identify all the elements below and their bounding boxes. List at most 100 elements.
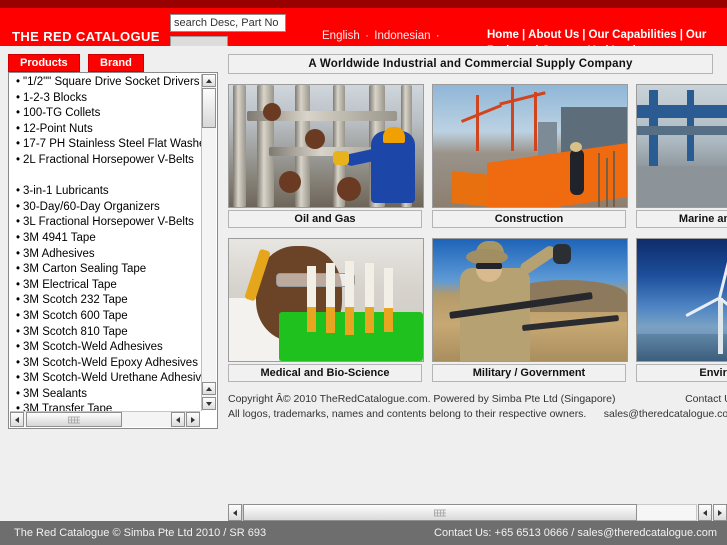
language-link-indonesian[interactable]: Indonesian <box>374 30 430 42</box>
list-horizontal-scrollbar[interactable] <box>10 411 200 427</box>
page-hscroll-left-icon[interactable] <box>228 504 242 521</box>
list-item-label: 1-2-3 Blocks <box>23 91 87 104</box>
category-card-oil-and-gas[interactable]: Oil and Gas <box>228 84 424 228</box>
category-row-1: Oil and Gas Construction Marine a <box>228 84 727 228</box>
category-thumbnail-environment[interactable] <box>636 238 727 362</box>
list-item-label: 100-TG Collets <box>23 107 101 120</box>
list-item[interactable]: • 3M Scotch 600 Tape <box>9 309 201 325</box>
bullet-icon: • <box>16 341 21 354</box>
list-vertical-scrollbar-lower[interactable] <box>202 382 216 410</box>
nav-item-about-us[interactable]: About Us <box>528 29 579 41</box>
category-card-construction[interactable]: Construction <box>432 84 628 228</box>
category-card-medical-and-bio-science[interactable]: Medical and Bio-Science <box>228 238 424 382</box>
list-item[interactable]: • 3M Scotch-Weld Urethane Adhesives <box>9 371 201 387</box>
tab-products[interactable]: Products <box>8 54 80 72</box>
site-footer: The Red Catalogue © Simba Pte Ltd 2010 /… <box>0 521 727 545</box>
search-button[interactable] <box>170 36 228 46</box>
category-caption-marine-and-shipping: Marine and Shipping <box>636 210 727 228</box>
hscroll-thumb[interactable] <box>26 412 122 427</box>
list-item[interactable]: • 12-Point Nuts <box>9 122 201 138</box>
product-list-box: • "1/2"" Square Drive Socket Drivers • 1-2-… <box>8 72 218 429</box>
bullet-icon: • <box>16 372 21 385</box>
category-card-marine-and-shipping[interactable]: Marine and Shipping <box>636 84 727 228</box>
list-item[interactable]: • 17-7 PH Stainless Steel Flat Washers <box>9 137 201 153</box>
list-vertical-scrollbar[interactable] <box>201 74 216 411</box>
page-horizontal-scrollbar[interactable] <box>228 504 727 521</box>
nav-sep-1: | <box>521 29 526 41</box>
nav-item-contact-us[interactable]: Contact Us <box>542 45 603 46</box>
nav-item-login[interactable]: Login <box>612 45 643 46</box>
list-item[interactable]: • 3M Electrical Tape <box>9 278 201 294</box>
language-link-english[interactable]: English <box>322 30 360 42</box>
list-item[interactable]: • 3-in-1 Lubricants <box>9 184 201 200</box>
list-item[interactable]: • 3M Scotch 232 Tape <box>9 293 201 309</box>
site-logo[interactable]: THE RED CATALOGUE <box>12 29 160 44</box>
list-item-label: 3M Scotch-Weld Epoxy Adhesives <box>23 356 198 369</box>
list-item-label: 2L Fractional Horsepower V-Belts <box>23 153 194 166</box>
list-item[interactable]: • 3M Adhesives <box>9 247 201 263</box>
nav-item-our-capabilities[interactable]: Our Capabilities <box>589 29 677 41</box>
category-thumbnail-construction[interactable] <box>432 84 628 208</box>
list-item-label: 3-in-1 Lubricants <box>23 185 109 198</box>
hscroll-left-icon[interactable] <box>10 412 24 427</box>
main-content: A Worldwide Industrial and Commercial Su… <box>228 54 727 454</box>
bullet-icon: • <box>16 278 21 291</box>
search-input[interactable]: search Desc, Part No <box>170 14 286 32</box>
list-item-label: 3M Scotch-Weld Urethane Adhesives <box>23 372 201 385</box>
list-item[interactable]: • 2L Fractional Horsepower V-Belts <box>9 153 201 169</box>
contact-email[interactable]: sales@theredcatalogue.com <box>604 407 727 422</box>
hscroll-right-icon[interactable] <box>186 412 200 427</box>
list-item[interactable]: • 3L Fractional Horsepower V-Belts <box>9 215 201 231</box>
category-row-2: Medical and Bio-Science Military / Gover… <box>228 238 727 382</box>
list-item[interactable]: • 1-2-3 Blocks <box>9 91 201 107</box>
nav-item-home[interactable]: Home <box>487 29 519 41</box>
tab-brand[interactable]: Brand <box>88 54 144 72</box>
scroll-up-icon-2[interactable] <box>202 382 216 395</box>
main-navigation: Home|About Us|Our Capabilities|Our Proje… <box>487 27 727 46</box>
category-thumbnail-oil-and-gas[interactable] <box>228 84 424 208</box>
nav-sep-5: | <box>602 45 611 46</box>
list-item[interactable]: • 100-TG Collets <box>9 106 201 122</box>
page-hscroll-right-icon[interactable] <box>713 504 727 521</box>
list-item-label: 3M 4941 Tape <box>23 231 96 244</box>
page-hscroll-left-icon-2[interactable] <box>698 504 712 521</box>
list-item[interactable]: • "1/2"" Square Drive Socket Drivers <box>9 75 201 91</box>
list-item[interactable]: • 3M Carton Sealing Tape <box>9 262 201 278</box>
list-item-label: 17-7 PH Stainless Steel Flat Washers <box>23 138 201 151</box>
list-item[interactable]: • 3M Scotch-Weld Epoxy Adhesives <box>9 356 201 372</box>
bullet-icon: • <box>16 294 21 307</box>
sidebar-tabs: Products Brand <box>8 54 218 72</box>
list-item[interactable]: • 3M Sealants <box>9 387 201 403</box>
category-caption-environment: Environment <box>636 364 727 382</box>
language-switcher: English · Indonesian · <box>322 28 442 42</box>
category-caption-oil-and-gas: Oil and Gas <box>228 210 422 228</box>
bullet-icon: • <box>16 76 21 88</box>
scroll-down-icon[interactable] <box>202 397 216 410</box>
list-item[interactable]: • 3M 4941 Tape <box>9 231 201 247</box>
category-card-military-government[interactable]: Military / Government <box>432 238 628 382</box>
category-thumbnail-marine-and-shipping[interactable] <box>636 84 727 208</box>
list-item-label: 3M Adhesives <box>23 247 95 260</box>
contact-block: Contact Us sales@theredcatalogue.com <box>604 392 727 422</box>
language-separator-2: · <box>435 30 440 42</box>
list-item-label: 3M Electrical Tape <box>23 278 117 291</box>
list-item[interactable]: • 30-Day/60-Day Organizers <box>9 200 201 216</box>
category-grid: Oil and Gas Construction Marine a Medica… <box>228 84 727 382</box>
category-thumbnail-military-government[interactable] <box>432 238 628 362</box>
bullet-icon: • <box>16 122 21 135</box>
page-hscroll-thumb[interactable] <box>243 504 637 521</box>
language-separator-1: · <box>365 30 369 42</box>
page-root: THE RED CATALOGUE search Desc, Part No E… <box>0 0 727 545</box>
nav-sep-4: | <box>532 45 541 46</box>
bullet-icon: • <box>16 231 21 244</box>
hscroll-left-icon-2[interactable] <box>171 412 185 427</box>
category-card-environment[interactable]: Environment <box>636 238 727 382</box>
list-item[interactable]: • 3M Scotch-Weld Adhesives <box>9 340 201 356</box>
category-thumbnail-medical-and-bio-science[interactable] <box>228 238 424 362</box>
category-caption-construction: Construction <box>432 210 626 228</box>
copyright-block: Copyright Â© 2010 TheRedCatalogue.com. P… <box>228 392 727 426</box>
scroll-up-icon[interactable] <box>202 74 216 87</box>
list-item[interactable]: • 3M Scotch 810 Tape <box>9 325 201 341</box>
scrollbar-thumb[interactable] <box>202 88 216 128</box>
scrollbar-track[interactable] <box>202 87 216 398</box>
